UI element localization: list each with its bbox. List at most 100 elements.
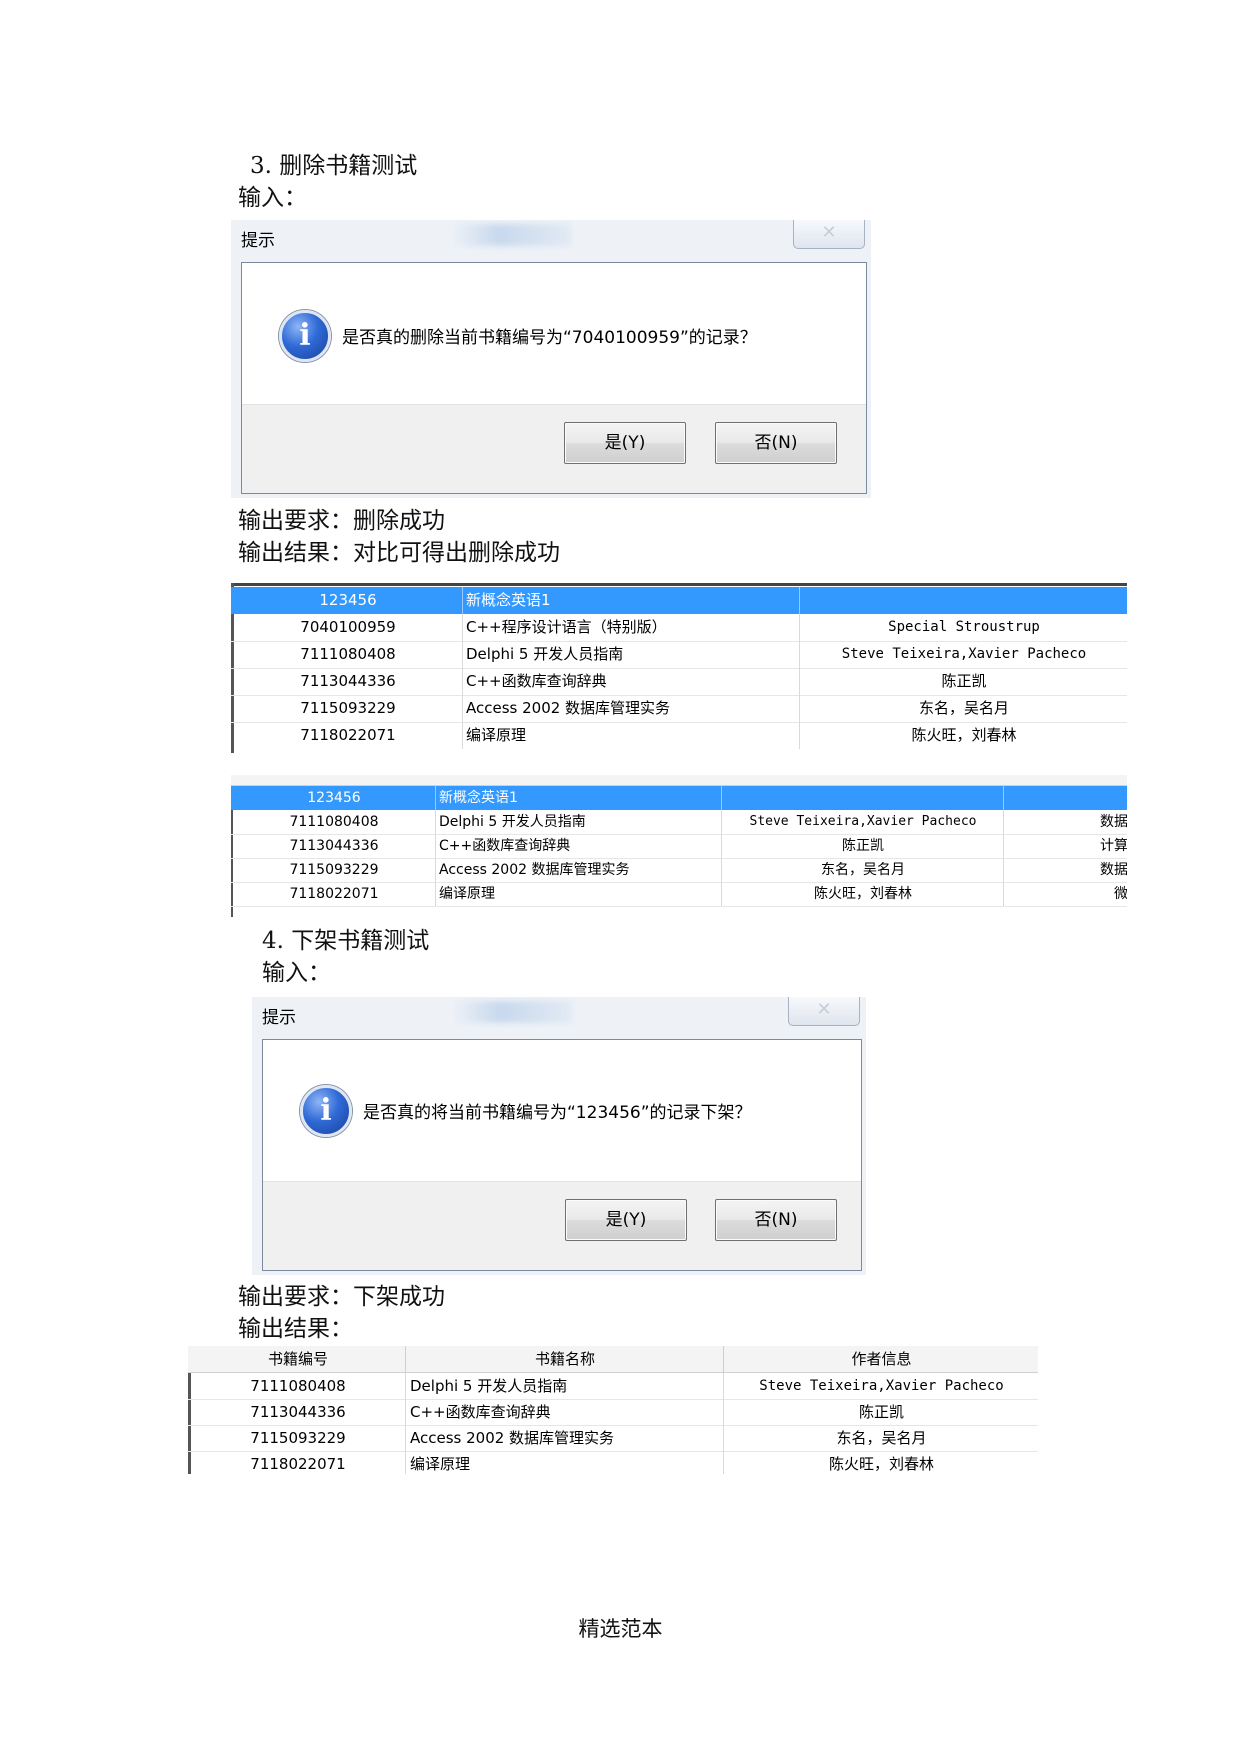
author-cell: 东名，吴名月 [721,858,1004,882]
table-row[interactable]: 7115093229 Access 2002 数据库管理实务 东名，吴名月 [188,1425,1038,1451]
table-row[interactable]: 7111080408 Delphi 5 开发人员指南 Steve Teixeir… [188,1373,1038,1399]
author-cell [799,587,1127,614]
book-id-cell: 7113044336 [300,672,396,690]
book-id-cell: 7111080408 [300,645,396,663]
book-id-cell: 7118022071 [300,726,396,744]
book-id-cell: 7118022071 [289,886,379,902]
info-icon: i [279,310,331,362]
column-header[interactable]: 书籍名称 [405,1346,724,1372]
dialog-message: 是否真的将当前书籍编号为“123456”的记录下架？ [363,1103,752,1123]
table-row[interactable]: 7118022071 编译原理 陈火旺，刘春林 [188,1451,1038,1474]
section3-result: 输出结果：对比可得出删除成功 [238,540,560,566]
cut-off-header [231,775,1127,786]
info-icon: i [300,1085,352,1137]
dialog-button-bar: 是(Y) 否(N) [263,1181,861,1270]
author-cell: Special Stroustrup [799,614,1127,641]
book-name-cell: 编译原理 [462,722,803,749]
author-cell: 陈火旺，刘春林 [799,722,1127,749]
book-id-cell: 123456 [319,591,377,609]
author-cell: Steve Teixeira,Xavier Pacheco [723,1373,1038,1399]
table-row[interactable]: 7118022071 编译原理 陈火旺，刘春林 微 [231,882,1127,906]
table-row[interactable]: 7115093229 Access 2002 数据库管理实务 东名，吴名月 数据 [231,858,1127,882]
category-cell: 数据 [1003,858,1127,882]
books-table-after-delete: 123456 新概念英语1 7111080408 Delphi 5 开发人员指南… [231,775,1127,917]
table-row[interactable]: 7115093229 Access 2002 数据库管理实务 东名，吴名月 [231,695,1127,722]
section3-input-label: 输入： [238,185,307,211]
table-row[interactable]: 7040100959 C++程序设计语言（特别版） Special Strous… [231,614,1127,641]
author-cell: 东名，吴名月 [799,695,1127,722]
dialog-body: i 是否真的删除当前书籍编号为“7040100959”的记录？ 是(Y) 否(N… [241,262,867,494]
author-cell: Steve Teixeira,Xavier Pacheco [721,810,1004,834]
book-name-cell: C++函数库查询辞典 [435,834,725,858]
book-id-cell: 7040100959 [300,618,396,636]
book-name-cell: 编译原理 [435,882,725,906]
dialog-body: i 是否真的将当前书籍编号为“123456”的记录下架？ 是(Y) 否(N) [262,1039,862,1271]
dialog-title: 提示 [241,231,275,251]
author-cell: 陈火旺，刘春林 [723,1451,1038,1474]
yes-button[interactable]: 是(Y) [565,1199,687,1241]
blurred-background [452,1001,572,1023]
table-row[interactable]: 123456 新概念英语1 [231,587,1127,614]
table-row[interactable]: 7111080408 Delphi 5 开发人员指南 Steve Teixeir… [231,810,1127,834]
book-name-cell: C++程序设计语言（特别版） [462,614,803,641]
category-cell: 计算 [1003,834,1127,858]
yes-button[interactable]: 是(Y) [564,422,686,464]
close-icon[interactable]: ✕ [793,220,865,249]
delete-confirm-dialog: 提示 ✕ i 是否真的删除当前书籍编号为“7040100959”的记录？ 是(Y… [231,220,871,498]
category-cell: 微 [1003,882,1127,906]
category-cell [1003,786,1127,810]
book-name-cell: Delphi 5 开发人员指南 [405,1373,728,1399]
book-id-cell: 7115093229 [250,1429,346,1447]
book-id-cell: 7113044336 [250,1403,346,1421]
book-id-cell: 7113044336 [289,838,379,854]
table-row[interactable]: 7118022071 编译原理 陈火旺，刘春林 [231,722,1127,749]
book-name-cell: Access 2002 数据库管理实务 [462,695,803,722]
section4-result: 输出结果： [238,1316,353,1342]
books-table-before-delete: 123456 新概念英语1 7040100959 C++程序设计语言（特别版） … [231,583,1127,753]
table-row[interactable]: 7111080408 Delphi 5 开发人员指南 Steve Teixeir… [231,641,1127,668]
section4-expected: 输出要求：下架成功 [238,1284,445,1310]
section4-heading: 4. 下架书籍测试 [262,928,430,954]
author-cell: 陈火旺，刘春林 [721,882,1004,906]
no-button[interactable]: 否(N) [715,422,837,464]
table-row[interactable]: 7113044336 C++函数库查询辞典 陈正凯 [231,668,1127,695]
table-header: 书籍编号 书籍名称 作者信息 [188,1346,1038,1373]
book-name-cell: Access 2002 数据库管理实务 [435,858,725,882]
blurred-background [451,224,571,246]
book-id-cell: 7115093229 [289,862,379,878]
dialog-button-bar: 是(Y) 否(N) [242,404,866,493]
author-cell: 陈正凯 [721,834,1004,858]
author-cell: 陈正凯 [799,668,1127,695]
table-row[interactable]: 123456 新概念英语1 [231,786,1127,810]
book-id-cell: 7111080408 [289,814,379,830]
column-header[interactable]: 作者信息 [723,1346,1038,1372]
section3-expected: 输出要求：删除成功 [238,508,445,534]
page-footer: 精选范本 [578,1617,663,1641]
offshelf-confirm-dialog: 提示 ✕ i 是否真的将当前书籍编号为“123456”的记录下架？ 是(Y) 否… [252,997,866,1275]
book-name-cell: Access 2002 数据库管理实务 [405,1425,728,1451]
close-icon[interactable]: ✕ [788,997,860,1026]
section4-input-label: 输入： [262,960,331,986]
author-cell [721,786,1004,810]
no-button[interactable]: 否(N) [715,1199,837,1241]
author-cell: 陈正凯 [723,1399,1038,1425]
author-cell: Steve Teixeira,Xavier Pacheco [799,641,1127,668]
book-id-cell: 7118022071 [250,1455,346,1473]
dialog-title: 提示 [262,1008,296,1028]
table-row[interactable]: 7113044336 C++函数库查询辞典 陈正凯 计算 [231,834,1127,858]
table-row[interactable]: 7113044336 C++函数库查询辞典 陈正凯 [188,1399,1038,1425]
book-name-cell: 新概念英语1 [462,587,803,614]
book-name-cell: Delphi 5 开发人员指南 [462,641,803,668]
book-name-cell: Delphi 5 开发人员指南 [435,810,725,834]
section3-heading: 3. 删除书籍测试 [250,153,418,179]
dialog-message: 是否真的删除当前书籍编号为“7040100959”的记录？ [342,328,757,348]
book-id-cell: 7115093229 [300,699,396,717]
book-name-cell: C++函数库查询辞典 [462,668,803,695]
category-cell: 数据 [1003,810,1127,834]
books-table-after-offshelf: 书籍编号 书籍名称 作者信息 7111080408 Delphi 5 开发人员指… [188,1346,1038,1474]
book-name-cell: 编译原理 [405,1451,728,1474]
author-cell: 东名，吴名月 [723,1425,1038,1451]
column-header[interactable]: 书籍编号 [191,1346,405,1372]
book-id-cell: 7111080408 [250,1377,346,1395]
book-name-cell: C++函数库查询辞典 [405,1399,728,1425]
